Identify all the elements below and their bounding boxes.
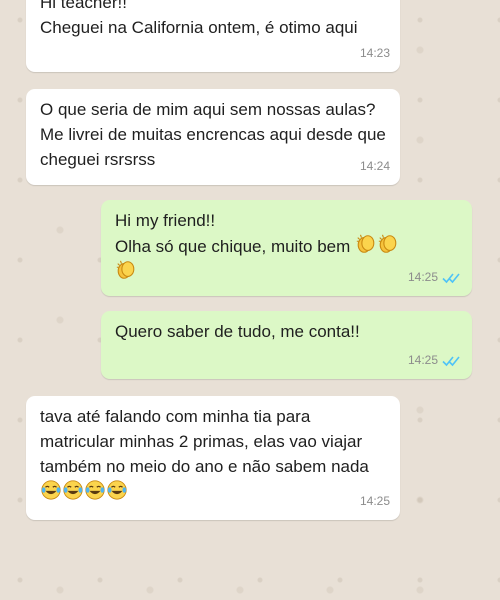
clapping-hands-icon (356, 234, 375, 253)
read-receipt-icon (442, 272, 460, 283)
outgoing-message[interactable]: Quero saber de tudo, me conta!! 14:25 (101, 311, 472, 379)
message-text: Hi my friend!! Olha só que chique, muito… (115, 211, 351, 256)
incoming-message[interactable]: O que seria de mim aqui sem nossas aulas… (26, 89, 400, 185)
message-meta: 14:25 (408, 265, 462, 290)
clapping-hands-icon (116, 260, 135, 279)
message-meta: 14:25 (360, 489, 390, 514)
message-text: Quero saber de tudo, me conta!! (115, 322, 360, 341)
message-time: 14:25 (359, 494, 390, 508)
message-text: Hi teacher!! Cheguei na California ontem… (40, 0, 358, 37)
tears-of-joy-icon (107, 480, 127, 500)
message-text-wrap: tava até falando com minha tia para matr… (40, 404, 386, 505)
incoming-message[interactable]: tava até falando com minha tia para matr… (26, 396, 400, 520)
read-receipt-icon (442, 355, 460, 366)
message-time: 14:25 (407, 270, 438, 284)
clapping-hands-icon (378, 234, 397, 253)
tears-of-joy-icon (63, 480, 83, 500)
message-text: tava até falando com minha tia para matr… (40, 407, 369, 476)
message-time: 14:23 (359, 46, 390, 60)
message-meta: 14:25 (408, 348, 462, 373)
incoming-message[interactable]: Hi teacher!! Cheguei na California ontem… (26, 0, 400, 72)
tears-of-joy-icon (41, 480, 61, 500)
message-meta: 14:24 (360, 154, 390, 179)
tears-of-joy-icon (85, 480, 105, 500)
message-time: 14:25 (407, 353, 438, 367)
message-meta: 14:23 (360, 41, 390, 66)
message-text: O que seria de mim aqui sem nossas aulas… (40, 100, 386, 169)
message-time: 14:24 (359, 159, 390, 173)
outgoing-message[interactable]: Hi my friend!! Olha só que chique, muito… (101, 200, 472, 296)
message-text-wrap: Hi my friend!! Olha só que chique, muito… (115, 208, 458, 285)
